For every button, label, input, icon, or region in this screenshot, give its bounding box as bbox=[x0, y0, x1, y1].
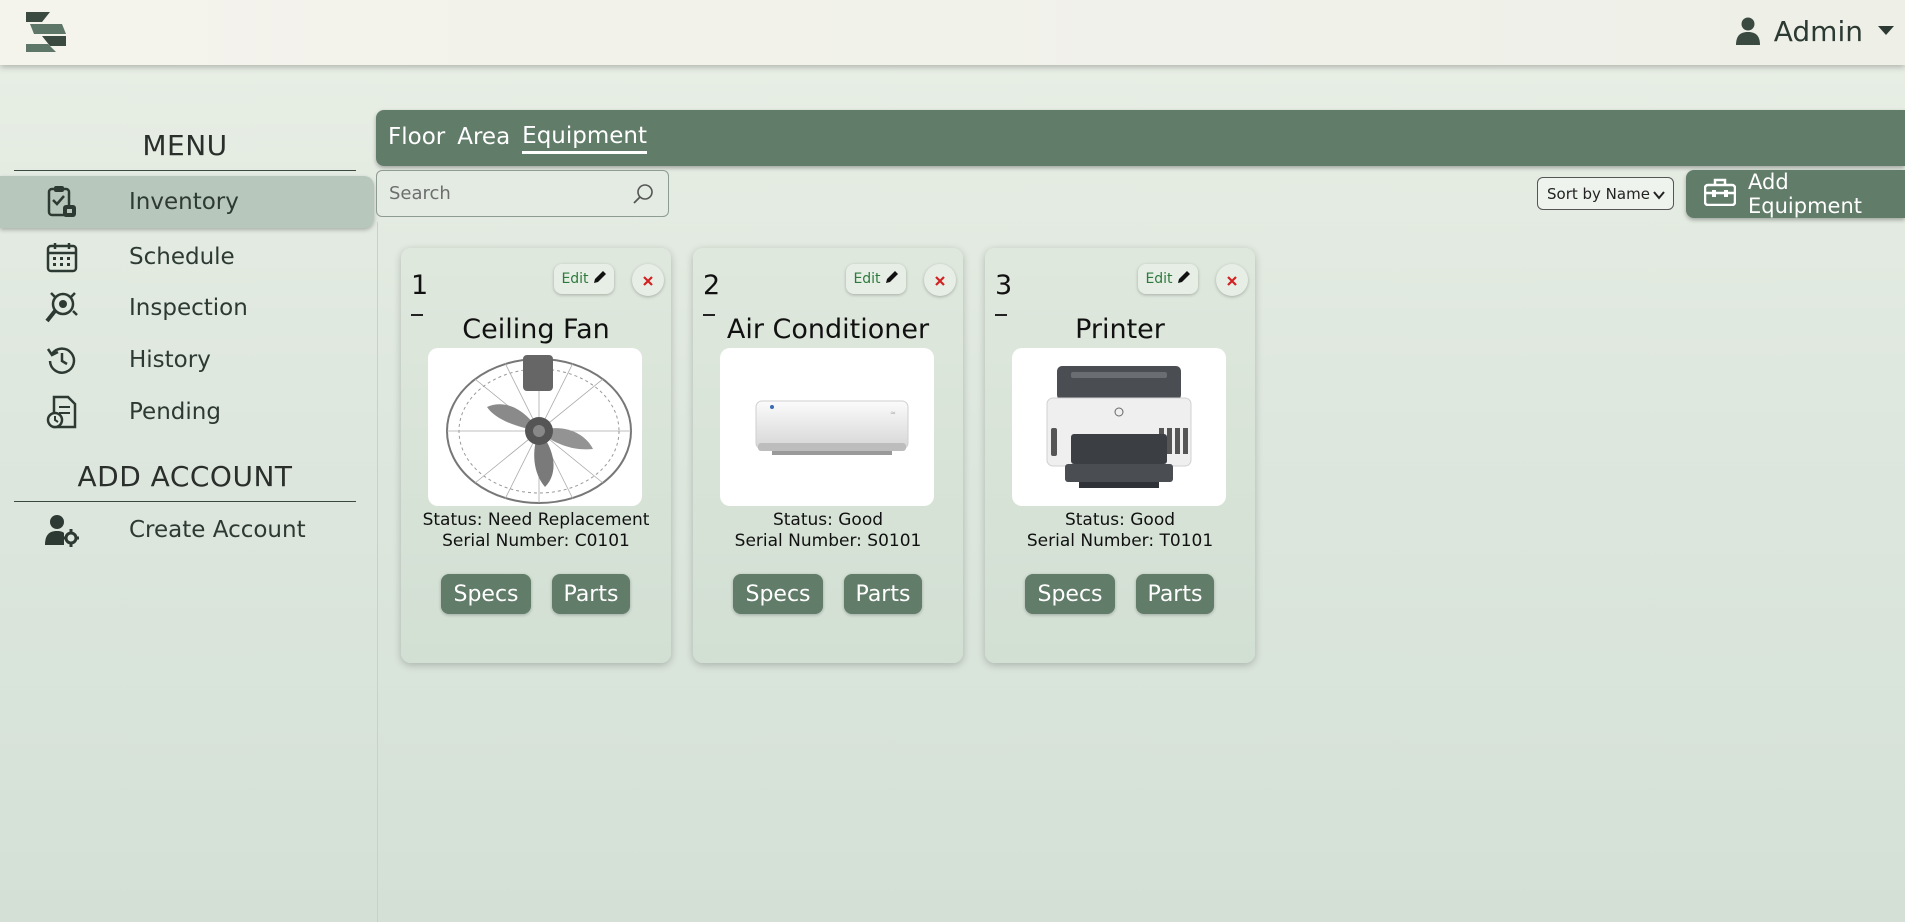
card-title: Ceiling Fan bbox=[462, 314, 610, 345]
edit-button[interactable]: Edit bbox=[554, 264, 614, 294]
close-icon bbox=[1227, 271, 1237, 290]
user-gear-icon bbox=[45, 513, 79, 547]
svg-text:≈: ≈ bbox=[890, 409, 896, 417]
serial-number: Serial Number: C0101 bbox=[442, 531, 630, 551]
sidebar-item-pending[interactable]: Pending bbox=[0, 386, 374, 438]
sidebar-item-label: Inventory bbox=[129, 189, 239, 215]
close-icon bbox=[935, 271, 945, 290]
parts-button[interactable]: Parts bbox=[552, 574, 630, 614]
tab-equipment[interactable]: Equipment bbox=[522, 123, 648, 154]
history-icon bbox=[45, 343, 79, 377]
toolbox-icon bbox=[1703, 178, 1737, 211]
pencil-icon bbox=[885, 270, 899, 288]
edit-label: Edit bbox=[853, 271, 881, 287]
add-account-heading: ADD ACCOUNT bbox=[14, 460, 356, 502]
edit-button[interactable]: Edit bbox=[846, 264, 906, 294]
sidebar-item-inventory[interactable]: Inventory bbox=[0, 176, 374, 228]
status-text: Status: Need Replacement bbox=[422, 510, 650, 530]
card-title: Air Conditioner bbox=[726, 314, 930, 345]
parts-button[interactable]: Parts bbox=[844, 574, 922, 614]
sidebar-item-history[interactable]: History bbox=[0, 334, 374, 386]
air-conditioner-image: ≈ bbox=[720, 348, 934, 506]
search-icon[interactable] bbox=[632, 183, 654, 205]
search-box bbox=[376, 170, 669, 217]
calendar-icon bbox=[45, 240, 79, 274]
delete-button[interactable] bbox=[1216, 264, 1248, 296]
sidebar-item-schedule[interactable]: Schedule bbox=[0, 231, 374, 283]
tab-floor[interactable]: Floor bbox=[388, 124, 445, 152]
delete-button[interactable] bbox=[632, 264, 664, 296]
tab-bar: Floor Area Equipment bbox=[376, 110, 1905, 166]
equipment-card: 2 Edit Air Conditioner ≈ Status: Good Se… bbox=[693, 248, 963, 663]
user-icon bbox=[1735, 17, 1760, 45]
edit-button[interactable]: Edit bbox=[1138, 264, 1198, 294]
caret-down-icon bbox=[1877, 25, 1895, 37]
equipment-card: 3 Edit Printer Status: Good Serial Numbe… bbox=[985, 248, 1255, 663]
sidebar-item-inspection[interactable]: Inspection bbox=[0, 282, 374, 334]
equipment-card: 1 Edit Ceiling Fan Status: Need Replacem… bbox=[401, 248, 671, 663]
sidebar-item-label: History bbox=[129, 347, 211, 373]
status-text: Status: Good bbox=[772, 510, 884, 530]
specs-button[interactable]: Specs bbox=[441, 574, 531, 614]
search-input[interactable] bbox=[377, 183, 632, 204]
parts-button[interactable]: Parts bbox=[1136, 574, 1214, 614]
card-number: 2 bbox=[703, 270, 721, 301]
pencil-icon bbox=[1177, 270, 1191, 288]
card-number: 1 bbox=[411, 270, 429, 301]
status-text: Status: Good bbox=[1064, 510, 1176, 530]
sidebar-item-label: Pending bbox=[129, 399, 221, 425]
sidebar-item-label: Inspection bbox=[129, 295, 248, 321]
add-equipment-button[interactable]: Add Equipment bbox=[1686, 170, 1905, 218]
specs-button[interactable]: Specs bbox=[733, 574, 823, 614]
user-name: Admin bbox=[1773, 14, 1863, 48]
card-title: Printer bbox=[1075, 314, 1165, 345]
serial-number: Serial Number: T0101 bbox=[1026, 531, 1214, 551]
sidebar-item-label: Create Account bbox=[129, 517, 306, 543]
card-number: 3 bbox=[995, 270, 1013, 301]
edit-label: Edit bbox=[1145, 271, 1173, 287]
specs-button[interactable]: Specs bbox=[1025, 574, 1115, 614]
chevron-down-icon bbox=[1653, 187, 1665, 205]
ceiling-fan-image bbox=[428, 348, 642, 506]
serial-number: Serial Number: S0101 bbox=[734, 531, 922, 551]
sort-select[interactable]: Sort by Name bbox=[1537, 177, 1674, 210]
sort-selected-value: Sort by Name bbox=[1547, 184, 1650, 203]
user-menu[interactable]: Admin bbox=[1735, 10, 1895, 52]
app-logo[interactable] bbox=[22, 8, 70, 56]
tab-area[interactable]: Area bbox=[457, 124, 510, 152]
sidebar: MENU Inventory Schedule Inspection Histo… bbox=[0, 65, 376, 922]
inspection-icon bbox=[45, 291, 79, 325]
menu-heading: MENU bbox=[14, 129, 356, 171]
close-icon bbox=[643, 271, 653, 290]
pencil-icon bbox=[593, 270, 607, 288]
printer-image bbox=[1012, 348, 1226, 506]
sidebar-item-label: Schedule bbox=[129, 244, 235, 270]
clipboard-check-icon bbox=[45, 185, 79, 219]
add-equipment-label: Add Equipment bbox=[1748, 170, 1862, 218]
delete-button[interactable] bbox=[924, 264, 956, 296]
edit-label: Edit bbox=[561, 271, 589, 287]
sidebar-item-create-account[interactable]: Create Account bbox=[0, 504, 374, 556]
top-bar: Admin bbox=[0, 0, 1905, 65]
pending-document-icon bbox=[45, 395, 79, 429]
